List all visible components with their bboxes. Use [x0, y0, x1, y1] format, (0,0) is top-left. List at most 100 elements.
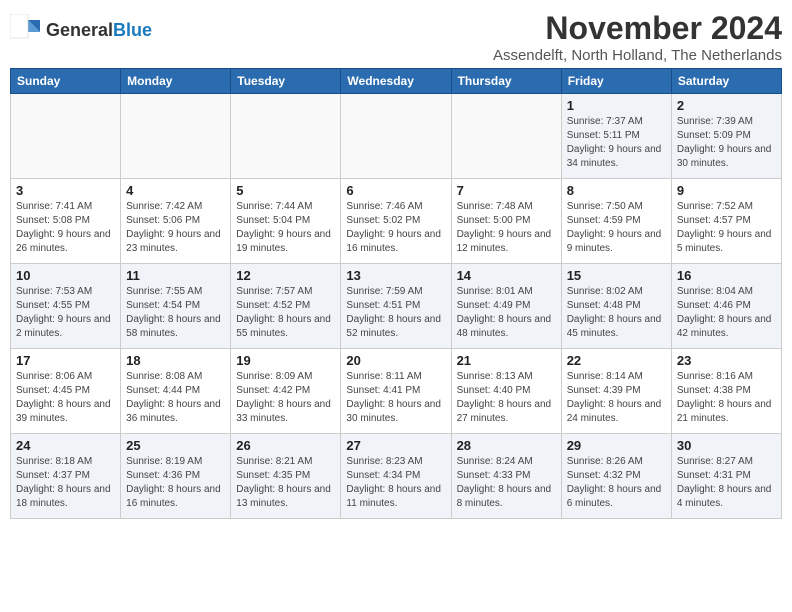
day-number: 15 — [567, 268, 666, 283]
calendar-cell: 24 Sunrise: 8:18 AM Sunset: 4:37 PM Dayli… — [11, 434, 121, 519]
weekday-header-thursday: Thursday — [451, 69, 561, 94]
calendar-cell: 27 Sunrise: 8:23 AM Sunset: 4:34 PM Dayli… — [341, 434, 451, 519]
calendar-cell: 19Sunrise: 8:09 AM Sunset: 4:42 PM Dayli… — [231, 349, 341, 434]
day-info: Sunrise: 8:18 AM Sunset: 4:37 PM Dayligh… — [16, 455, 115, 511]
weekday-header-sunday: Sunday — [11, 69, 121, 94]
day-number: 18 — [126, 353, 225, 368]
day-number: 28 — [457, 438, 556, 453]
day-number: 13 — [346, 268, 445, 283]
day-number: 2 — [677, 98, 776, 113]
day-number: 17 — [16, 353, 115, 368]
calendar-cell: 14 Sunrise: 8:01 AM Sunset: 4:49 PM Dayli… — [451, 264, 561, 349]
day-info: Sunrise: 8:27 AM Sunset: 4:31 PM Dayligh… — [677, 455, 776, 511]
day-number: 30 — [677, 438, 776, 453]
day-info: Sunrise: 8:24 AM Sunset: 4:33 PM Dayligh… — [457, 455, 556, 511]
day-number: 6 — [346, 183, 445, 198]
calendar-body: 1 Sunrise: 7:37 AM Sunset: 5:11 PM Daylig… — [11, 94, 782, 519]
day-info: Sunrise: 8:19 AM Sunset: 4:36 PM Dayligh… — [126, 455, 225, 511]
day-number: 8 — [567, 183, 666, 198]
weekday-header-wednesday: Wednesday — [341, 69, 451, 94]
day-info: Sunrise: 7:41 AM Sunset: 5:08 PM Dayligh… — [16, 200, 115, 256]
calendar-cell: 26 Sunrise: 8:21 AM Sunset: 4:35 PM Dayli… — [231, 434, 341, 519]
calendar-cell: 1 Sunrise: 7:37 AM Sunset: 5:11 PM Daylig… — [561, 94, 671, 179]
day-number: 27 — [346, 438, 445, 453]
day-number: 20 — [346, 353, 445, 368]
day-info: Sunrise: 8:06 AM Sunset: 4:45 PM Dayligh… — [16, 370, 115, 426]
day-info: Sunrise: 8:08 AM Sunset: 4:44 PM Dayligh… — [126, 370, 225, 426]
calendar-cell: 11 Sunrise: 7:55 AM Sunset: 4:54 PM Dayli… — [121, 264, 231, 349]
day-number: 19 — [236, 353, 335, 368]
calendar-cell: 2 Sunrise: 7:39 AM Sunset: 5:09 PM Daylig… — [671, 94, 781, 179]
day-number: 11 — [126, 268, 225, 283]
calendar-table: SundayMondayTuesdayWednesdayThursdayFrid… — [10, 68, 782, 519]
calendar-cell: 9Sunrise: 7:52 AM Sunset: 4:57 PM Daylig… — [671, 179, 781, 264]
day-number: 9 — [677, 183, 776, 198]
day-number: 25 — [126, 438, 225, 453]
calendar-week-4: 17 Sunrise: 8:06 AM Sunset: 4:45 PM Dayli… — [11, 349, 782, 434]
day-info: Sunrise: 8:23 AM Sunset: 4:34 PM Dayligh… — [346, 455, 445, 511]
weekday-header-saturday: Saturday — [671, 69, 781, 94]
calendar-cell: 6 Sunrise: 7:46 AM Sunset: 5:02 PM Daylig… — [341, 179, 451, 264]
weekday-header-monday: Monday — [121, 69, 231, 94]
day-info: Sunrise: 7:59 AM Sunset: 4:51 PM Dayligh… — [346, 285, 445, 341]
calendar-cell: 25 Sunrise: 8:19 AM Sunset: 4:36 PM Dayli… — [121, 434, 231, 519]
calendar-cell: 22Sunrise: 8:14 AM Sunset: 4:39 PM Dayli… — [561, 349, 671, 434]
day-number: 1 — [567, 98, 666, 113]
day-info: Sunrise: 7:37 AM Sunset: 5:11 PM Dayligh… — [567, 115, 666, 171]
title-section: November 2024 Assendelft, North Holland,… — [493, 10, 782, 64]
calendar-cell — [121, 94, 231, 179]
weekday-header-tuesday: Tuesday — [231, 69, 341, 94]
day-info: Sunrise: 7:44 AM Sunset: 5:04 PM Dayligh… — [236, 200, 335, 256]
logo-general-text: General — [46, 20, 113, 40]
day-number: 4 — [126, 183, 225, 198]
calendar-cell: 13 Sunrise: 7:59 AM Sunset: 4:51 PM Dayli… — [341, 264, 451, 349]
header-row: SundayMondayTuesdayWednesdayThursdayFrid… — [11, 69, 782, 94]
day-number: 10 — [16, 268, 115, 283]
day-info: Sunrise: 7:55 AM Sunset: 4:54 PM Dayligh… — [126, 285, 225, 341]
calendar-week-2: 3Sunrise: 7:41 AM Sunset: 5:08 PM Daylig… — [11, 179, 782, 264]
calendar-cell: 4Sunrise: 7:42 AM Sunset: 5:06 PM Daylig… — [121, 179, 231, 264]
day-number: 29 — [567, 438, 666, 453]
calendar-cell: 7 Sunrise: 7:48 AM Sunset: 5:00 PM Daylig… — [451, 179, 561, 264]
day-info: Sunrise: 7:39 AM Sunset: 5:09 PM Dayligh… — [677, 115, 776, 171]
day-info: Sunrise: 7:50 AM Sunset: 4:59 PM Dayligh… — [567, 200, 666, 256]
calendar-cell — [231, 94, 341, 179]
calendar-cell: 15 Sunrise: 8:02 AM Sunset: 4:48 PM Dayli… — [561, 264, 671, 349]
location: Assendelft, North Holland, The Netherlan… — [493, 47, 782, 64]
calendar-cell: 18 Sunrise: 8:08 AM Sunset: 4:44 PM Dayli… — [121, 349, 231, 434]
logo-blue-text: Blue — [113, 20, 152, 40]
day-info: Sunrise: 7:57 AM Sunset: 4:52 PM Dayligh… — [236, 285, 335, 341]
day-number: 14 — [457, 268, 556, 283]
page-header: GeneralBlue November 2024 Assendelft, No… — [10, 10, 782, 64]
calendar-cell: 12 Sunrise: 7:57 AM Sunset: 4:52 PM Dayli… — [231, 264, 341, 349]
calendar-cell: 30 Sunrise: 8:27 AM Sunset: 4:31 PM Dayli… — [671, 434, 781, 519]
day-number: 24 — [16, 438, 115, 453]
calendar-cell: 21 Sunrise: 8:13 AM Sunset: 4:40 PM Dayli… — [451, 349, 561, 434]
calendar-cell: 20 Sunrise: 8:11 AM Sunset: 4:41 PM Dayli… — [341, 349, 451, 434]
day-number: 21 — [457, 353, 556, 368]
calendar-cell — [341, 94, 451, 179]
day-info: Sunrise: 7:46 AM Sunset: 5:02 PM Dayligh… — [346, 200, 445, 256]
day-number: 26 — [236, 438, 335, 453]
day-info: Sunrise: 7:48 AM Sunset: 5:00 PM Dayligh… — [457, 200, 556, 256]
day-info: Sunrise: 8:11 AM Sunset: 4:41 PM Dayligh… — [346, 370, 445, 426]
calendar-cell — [11, 94, 121, 179]
weekday-header-friday: Friday — [561, 69, 671, 94]
day-info: Sunrise: 7:53 AM Sunset: 4:55 PM Dayligh… — [16, 285, 115, 341]
day-info: Sunrise: 8:02 AM Sunset: 4:48 PM Dayligh… — [567, 285, 666, 341]
day-info: Sunrise: 8:01 AM Sunset: 4:49 PM Dayligh… — [457, 285, 556, 341]
logo-icon — [10, 14, 42, 46]
day-number: 12 — [236, 268, 335, 283]
calendar-cell: 8 Sunrise: 7:50 AM Sunset: 4:59 PM Daylig… — [561, 179, 671, 264]
calendar-cell: 28 Sunrise: 8:24 AM Sunset: 4:33 PM Dayli… — [451, 434, 561, 519]
day-info: Sunrise: 8:21 AM Sunset: 4:35 PM Dayligh… — [236, 455, 335, 511]
logo: GeneralBlue — [10, 14, 152, 46]
day-info: Sunrise: 8:14 AM Sunset: 4:39 PM Dayligh… — [567, 370, 666, 426]
month-title: November 2024 — [493, 10, 782, 47]
day-number: 7 — [457, 183, 556, 198]
day-info: Sunrise: 8:13 AM Sunset: 4:40 PM Dayligh… — [457, 370, 556, 426]
calendar-cell: 29Sunrise: 8:26 AM Sunset: 4:32 PM Dayli… — [561, 434, 671, 519]
calendar-cell: 10 Sunrise: 7:53 AM Sunset: 4:55 PM Dayli… — [11, 264, 121, 349]
day-info: Sunrise: 8:04 AM Sunset: 4:46 PM Dayligh… — [677, 285, 776, 341]
calendar-week-1: 1 Sunrise: 7:37 AM Sunset: 5:11 PM Daylig… — [11, 94, 782, 179]
